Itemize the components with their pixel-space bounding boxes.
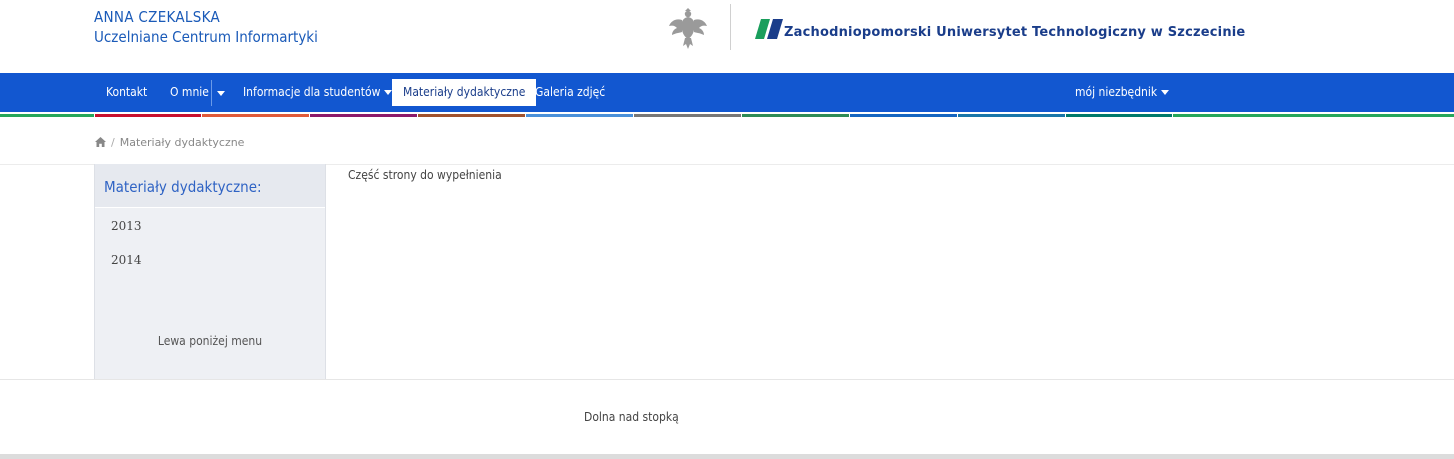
eagle-emblem-icon	[669, 8, 707, 49]
stripe-segment	[418, 114, 525, 117]
stripe-segment	[742, 114, 849, 117]
stripe-segment	[958, 114, 1065, 117]
sidebar: Materiały dydaktyczne: 2013 2014 Lewa po…	[94, 164, 326, 379]
breadcrumb: / Materiały dydaktyczne	[95, 136, 244, 149]
breadcrumb-separator: /	[111, 136, 115, 149]
stripe-segment	[1173, 114, 1454, 117]
stripe-segment	[1066, 114, 1172, 117]
sidebar-title: Materiały dydaktyczne:	[104, 178, 262, 196]
zut-logo-icon	[755, 19, 783, 39]
nav-item-kontakt[interactable]: Kontakt	[106, 73, 147, 112]
nav-item-materialy[interactable]: Materiały dydaktyczne	[392, 79, 537, 106]
site-name[interactable]: ANNA CZEKALSKA Uczelniane Centrum Inform…	[94, 8, 318, 48]
site-header: ANNA CZEKALSKA Uczelniane Centrum Inform…	[0, 0, 1454, 73]
page-bottom-bar	[0, 454, 1454, 459]
stripe-segment	[850, 114, 957, 117]
content-bottom-divider	[0, 379, 1454, 380]
sidebar-item-2014[interactable]: 2014	[111, 253, 142, 267]
stripe-segment	[95, 114, 201, 117]
unit-name: Uczelniane Centrum Informartyki	[94, 28, 318, 46]
stripe-segment	[202, 114, 309, 117]
color-stripe	[0, 112, 1454, 117]
above-footer-text: Dolna nad stopką	[584, 410, 679, 424]
breadcrumb-current: Materiały dydaktyczne	[119, 136, 245, 149]
nav-item-label: mój niezbędnik	[1075, 85, 1158, 99]
author-name: ANNA CZEKALSKA	[94, 8, 221, 26]
nav-item-o-mnie[interactable]: O mnie	[170, 73, 209, 112]
sidebar-footer-text: Lewa poniżej menu	[157, 334, 263, 348]
home-icon[interactable]	[95, 137, 106, 147]
nav-item-label: Informacje dla studentów	[243, 85, 381, 99]
o-mnie-dropdown-toggle[interactable]	[212, 80, 230, 106]
main-content-text: Część strony do wypełnienia	[348, 168, 502, 182]
sidebar-header: Materiały dydaktyczne:	[95, 164, 325, 208]
nav-item-galeria[interactable]: Galeria zdjęć	[535, 73, 605, 112]
university-name[interactable]: Zachodniopomorski Uniwersytet Technologi…	[784, 25, 1245, 40]
nav-item-informacje[interactable]: Informacje dla studentów	[243, 73, 393, 112]
stripe-segment	[310, 114, 417, 117]
chevron-down-icon	[217, 91, 225, 96]
stripe-segment	[526, 114, 633, 117]
sidebar-item-2013[interactable]: 2013	[111, 219, 142, 233]
header-divider	[730, 4, 731, 50]
main-navbar: Kontakt O mnie Informacje dla studentów …	[0, 73, 1454, 112]
stripe-segment	[634, 114, 741, 117]
nav-item-niezbednik[interactable]: mój niezbędnik	[1075, 73, 1170, 112]
stripe-segment	[0, 114, 94, 117]
chevron-down-icon	[1161, 90, 1170, 95]
